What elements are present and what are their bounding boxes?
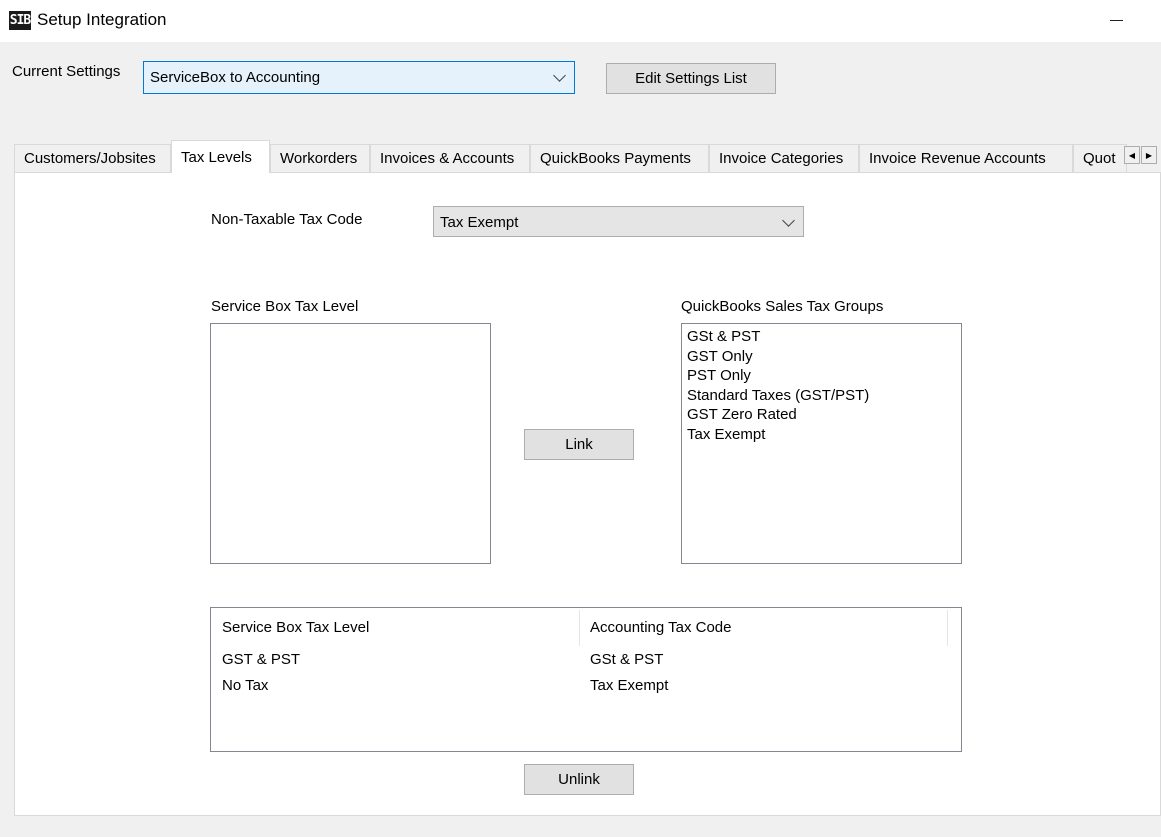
tab-customers-jobsites[interactable]: Customers/Jobsites: [14, 144, 171, 172]
table-row-cell[interactable]: Tax Exempt: [590, 677, 668, 694]
non-taxable-tax-code-value: Tax Exempt: [440, 214, 519, 231]
service-box-tax-level-label: Service Box Tax Level: [211, 298, 359, 315]
linked-tax-table[interactable]: Service Box Tax Level Accounting Tax Cod…: [210, 607, 962, 752]
quickbooks-sales-tax-groups-label: QuickBooks Sales Tax Groups: [681, 298, 884, 315]
current-settings-value: ServiceBox to Accounting: [150, 69, 321, 86]
table-row-cell[interactable]: GST & PST: [222, 651, 300, 668]
non-taxable-tax-code-dropdown[interactable]: Tax Exempt: [433, 206, 804, 237]
column-header-accounting-tax-code[interactable]: Accounting Tax Code: [590, 608, 731, 646]
current-settings-dropdown[interactable]: ServiceBox to Accounting: [143, 61, 575, 94]
tab-scroll-right-icon[interactable]: ▶: [1141, 146, 1157, 164]
table-row-cell[interactable]: GSt & PST: [590, 651, 663, 668]
column-divider: [579, 610, 580, 646]
chevron-down-icon: [553, 69, 566, 82]
minimize-button[interactable]: [1096, 0, 1136, 42]
app-logo-icon: SIB: [9, 11, 31, 30]
tab-workorders[interactable]: Workorders: [270, 144, 370, 172]
column-divider: [947, 610, 948, 646]
tab-strip: Customers/Jobsites Tax Levels Workorders…: [14, 140, 1161, 173]
current-settings-label: Current Settings: [12, 63, 121, 80]
minimize-icon: [1109, 19, 1123, 21]
title-bar: [0, 0, 1161, 42]
list-item[interactable]: PST Only: [687, 366, 961, 386]
non-taxable-tax-code-label: Non-Taxable Tax Code: [211, 211, 363, 228]
link-button[interactable]: Link: [524, 429, 634, 460]
chevron-down-icon: [782, 214, 795, 227]
list-item[interactable]: GST Zero Rated: [687, 405, 961, 425]
tab-quotes[interactable]: Quot: [1073, 144, 1127, 172]
unlink-button[interactable]: Unlink: [524, 764, 634, 795]
tab-scroll-left-icon[interactable]: ◀: [1124, 146, 1140, 164]
column-header-service-box-tax-level[interactable]: Service Box Tax Level: [222, 608, 369, 646]
window-title: Setup Integration: [37, 10, 167, 29]
list-item[interactable]: GST Only: [687, 347, 961, 367]
quickbooks-sales-tax-groups-list[interactable]: GSt & PST GST Only PST Only Standard Tax…: [681, 323, 962, 564]
tab-invoices-accounts[interactable]: Invoices & Accounts: [370, 144, 530, 172]
service-box-tax-level-list[interactable]: [210, 323, 491, 564]
list-item[interactable]: Tax Exempt: [687, 425, 961, 445]
table-row-cell[interactable]: No Tax: [222, 677, 268, 694]
edit-settings-list-button[interactable]: Edit Settings List: [606, 63, 776, 94]
tab-quickbooks-payments[interactable]: QuickBooks Payments: [530, 144, 709, 172]
list-item[interactable]: Standard Taxes (GST/PST): [687, 386, 961, 406]
tab-invoice-categories[interactable]: Invoice Categories: [709, 144, 859, 172]
tab-invoice-revenue-accounts[interactable]: Invoice Revenue Accounts: [859, 144, 1073, 172]
tab-tax-levels[interactable]: Tax Levels: [171, 140, 270, 173]
list-item[interactable]: GSt & PST: [687, 327, 961, 347]
